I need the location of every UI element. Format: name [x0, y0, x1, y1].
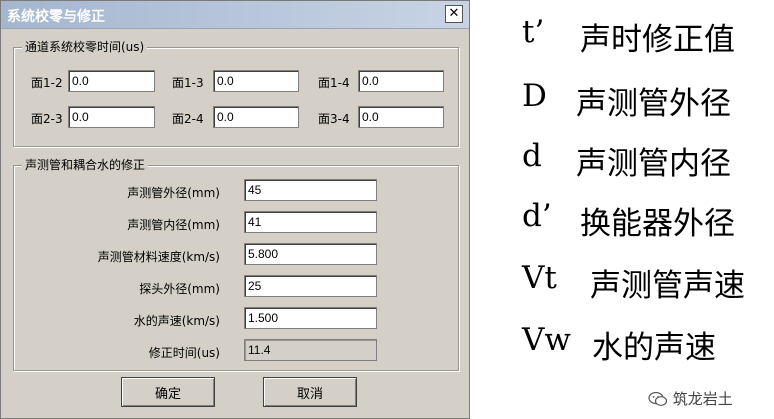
correction-group-title: 声测管和耦合水的修正 [22, 156, 149, 173]
ok-button[interactable]: 确定 [121, 377, 215, 407]
tube-material-velocity-label: 声测管材料速度(km/s) [97, 250, 220, 264]
legend-symbol: t’ [522, 14, 545, 50]
legend-symbol: Vw [522, 322, 571, 358]
tube-outer-diameter-input[interactable] [244, 179, 377, 201]
probe-outer-diameter-input[interactable] [244, 275, 377, 297]
legend-description: 声测管内径 [576, 146, 731, 182]
legend-description: 换能器外径 [580, 206, 735, 242]
face-1-4-input[interactable] [358, 70, 444, 92]
calibration-dialog: 系统校零与修正 ✕ 通道系统校零时间(us) 面1-2 面1-3 面1-4 面2… [0, 0, 470, 419]
legend-symbol: Vt [522, 260, 557, 296]
legend-symbol: d’ [522, 198, 552, 234]
title-bar: 系统校零与修正 ✕ [1, 1, 469, 29]
legend-description: 声测管外径 [576, 86, 731, 122]
close-button[interactable]: ✕ [445, 5, 463, 23]
face-2-4-label: 面2-4 [172, 112, 204, 126]
face-1-2-input[interactable] [68, 70, 155, 92]
correction-group: 声测管和耦合水的修正 声测管外径(mm) 声测管内径(mm) 声测管材料速度(k… [13, 156, 459, 371]
close-icon: ✕ [448, 6, 460, 21]
correction-time-label: 修正时间(us) [148, 346, 220, 360]
probe-outer-diameter-label: 探头外径(mm) [139, 282, 220, 296]
dialog-title: 系统校零与修正 [7, 9, 105, 25]
tube-outer-diameter-label: 声测管外径(mm) [127, 186, 220, 200]
tube-inner-diameter-label: 声测管内径(mm) [127, 218, 220, 232]
water-sound-velocity-input[interactable] [244, 307, 377, 329]
watermark-text: 筑龙岩土 [672, 390, 733, 408]
cancel-button[interactable]: 取消 [263, 377, 357, 407]
legend-description: 声时修正值 [580, 22, 735, 58]
face-1-2-label: 面1-2 [31, 76, 63, 90]
wechat-icon [648, 392, 668, 406]
legend-description: 水的声速 [592, 330, 716, 366]
channel-zero-group-title: 通道系统校零时间(us) [22, 38, 148, 55]
face-1-3-input[interactable] [213, 70, 299, 92]
face-3-4-label: 面3-4 [318, 112, 350, 126]
watermark: 筑龙岩土 [648, 388, 733, 409]
face-2-4-input[interactable] [213, 106, 299, 128]
correction-time-value [244, 339, 377, 361]
face-1-3-label: 面1-3 [172, 76, 204, 90]
face-2-3-input[interactable] [68, 106, 155, 128]
legend-symbol: D [522, 78, 547, 114]
water-sound-velocity-label: 水的声速(km/s) [133, 314, 220, 328]
channel-zero-group: 通道系统校零时间(us) 面1-2 面1-3 面1-4 面2-3 面2-4 面3… [13, 38, 459, 147]
tube-inner-diameter-input[interactable] [244, 211, 377, 233]
legend-symbol: d [522, 138, 542, 174]
face-1-4-label: 面1-4 [318, 76, 350, 90]
legend-description: 声测管声速 [590, 268, 745, 304]
face-2-3-label: 面2-3 [31, 112, 63, 126]
tube-material-velocity-input[interactable] [244, 243, 377, 265]
face-3-4-input[interactable] [358, 106, 444, 128]
